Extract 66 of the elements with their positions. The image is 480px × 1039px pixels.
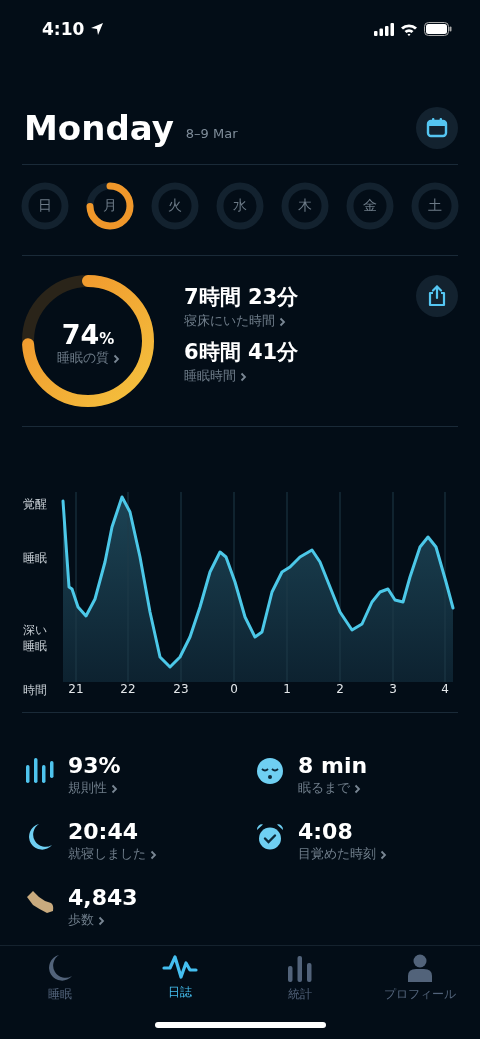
metric-value: 6時間 41分 bbox=[184, 339, 300, 366]
tab-button[interactable]: 統計 bbox=[240, 954, 360, 1010]
tab-button[interactable]: 睡眠 bbox=[0, 954, 120, 1010]
chart-y-label: 深い睡眠 bbox=[23, 622, 48, 655]
signal-icon bbox=[374, 22, 394, 36]
stat-label[interactable]: 歩数 bbox=[68, 912, 94, 929]
metric-label[interactable]: 寝床にいた時間 bbox=[184, 313, 275, 330]
bar-chart-icon bbox=[287, 954, 313, 982]
stat-label[interactable]: 規則性 bbox=[68, 780, 107, 797]
day-button[interactable]: 木 bbox=[280, 181, 330, 231]
chart-x-title: 時間 bbox=[23, 682, 47, 699]
day-button[interactable]: 土 bbox=[410, 181, 460, 231]
chevron-icon bbox=[112, 353, 120, 364]
wave-icon bbox=[162, 954, 198, 980]
metric-value: 7時間 23分 bbox=[184, 284, 300, 311]
alarm-clock-icon bbox=[254, 823, 286, 851]
person-icon bbox=[407, 954, 433, 982]
location-arrow-icon bbox=[90, 22, 105, 36]
stat-label[interactable]: 眠るまで bbox=[298, 780, 350, 797]
day-button[interactable]: 火 bbox=[150, 181, 200, 231]
day-button[interactable]: 日 bbox=[20, 181, 70, 231]
chart-x-label: 22 bbox=[119, 682, 137, 696]
chart-x-label: 4 bbox=[440, 682, 450, 696]
chart-x-label: 23 bbox=[172, 682, 190, 696]
day-title: Monday bbox=[24, 108, 174, 148]
stat-value: 93% bbox=[68, 753, 121, 778]
status-time: 4:10 bbox=[42, 19, 85, 39]
stat-value: 20:44 bbox=[68, 819, 140, 844]
calendar-icon bbox=[426, 117, 448, 139]
chevron-icon bbox=[354, 783, 361, 794]
date-range: 8–9 Mar bbox=[185, 125, 238, 141]
chevron-icon bbox=[98, 915, 105, 926]
chevron-icon bbox=[279, 316, 286, 327]
tab-button[interactable]: 日誌 bbox=[120, 954, 240, 1010]
stat-label[interactable]: 就寝しました bbox=[68, 846, 146, 863]
day-button[interactable]: 月 bbox=[85, 181, 135, 231]
sleep-quality-label: 睡眠の質 bbox=[56, 350, 109, 367]
day-button[interactable]: 金 bbox=[345, 181, 395, 231]
chart-x-label: 1 bbox=[282, 682, 292, 696]
stat-value: 4,843 bbox=[68, 885, 138, 910]
stat-label[interactable]: 目覚めた時刻 bbox=[298, 846, 376, 863]
share-icon bbox=[427, 285, 447, 307]
battery-icon bbox=[424, 22, 452, 36]
chevron-icon bbox=[111, 783, 118, 794]
chart-y-label: 睡眠 bbox=[23, 550, 48, 567]
chart-x-label: 21 bbox=[67, 682, 85, 696]
stat-value: 8 min bbox=[298, 753, 368, 778]
chart-x-label: 0 bbox=[229, 682, 239, 696]
metric-label[interactable]: 睡眠時間 bbox=[184, 368, 236, 385]
moon-icon bbox=[47, 954, 73, 982]
calendar-button[interactable] bbox=[416, 107, 458, 149]
bars-icon bbox=[24, 757, 56, 783]
share-button[interactable] bbox=[416, 275, 458, 317]
day-button[interactable]: 水 bbox=[215, 181, 265, 231]
sleeping-face-icon bbox=[254, 757, 286, 785]
sleep-quality-ring[interactable]: 74% 睡眠の質 bbox=[20, 273, 156, 409]
chevron-icon bbox=[240, 371, 247, 382]
chart-x-label: 3 bbox=[388, 682, 398, 696]
sleep-quality-value: 74% bbox=[61, 319, 115, 350]
chart-x-label: 2 bbox=[335, 682, 345, 696]
chevron-icon bbox=[150, 849, 157, 860]
tab-button[interactable]: プロフィール bbox=[360, 954, 480, 1010]
wifi-icon bbox=[400, 22, 418, 36]
chevron-icon bbox=[380, 849, 387, 860]
stat-value: 4:08 bbox=[298, 819, 354, 844]
chart-y-label: 覚醒 bbox=[23, 496, 48, 513]
